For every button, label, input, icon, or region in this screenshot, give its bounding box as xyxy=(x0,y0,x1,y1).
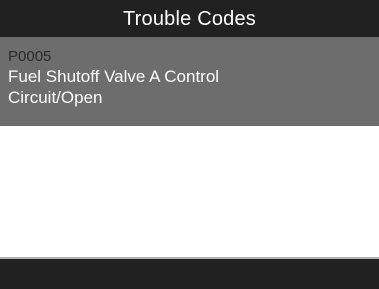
footer-bar xyxy=(0,257,379,289)
trouble-code-description: Fuel Shutoff Valve A Control Circuit/Ope… xyxy=(8,67,220,107)
trouble-code-entry[interactable]: P0005 Fuel Shutoff Valve A Control Circu… xyxy=(0,40,379,126)
page-title: Trouble Codes xyxy=(122,7,257,30)
title-bar: Trouble Codes xyxy=(0,0,379,40)
code-list-empty-area xyxy=(0,126,379,257)
scan-tool-screen: Trouble Codes P0005 Fuel Shutoff Valve A… xyxy=(0,0,379,289)
trouble-code-id: P0005 xyxy=(8,48,52,65)
